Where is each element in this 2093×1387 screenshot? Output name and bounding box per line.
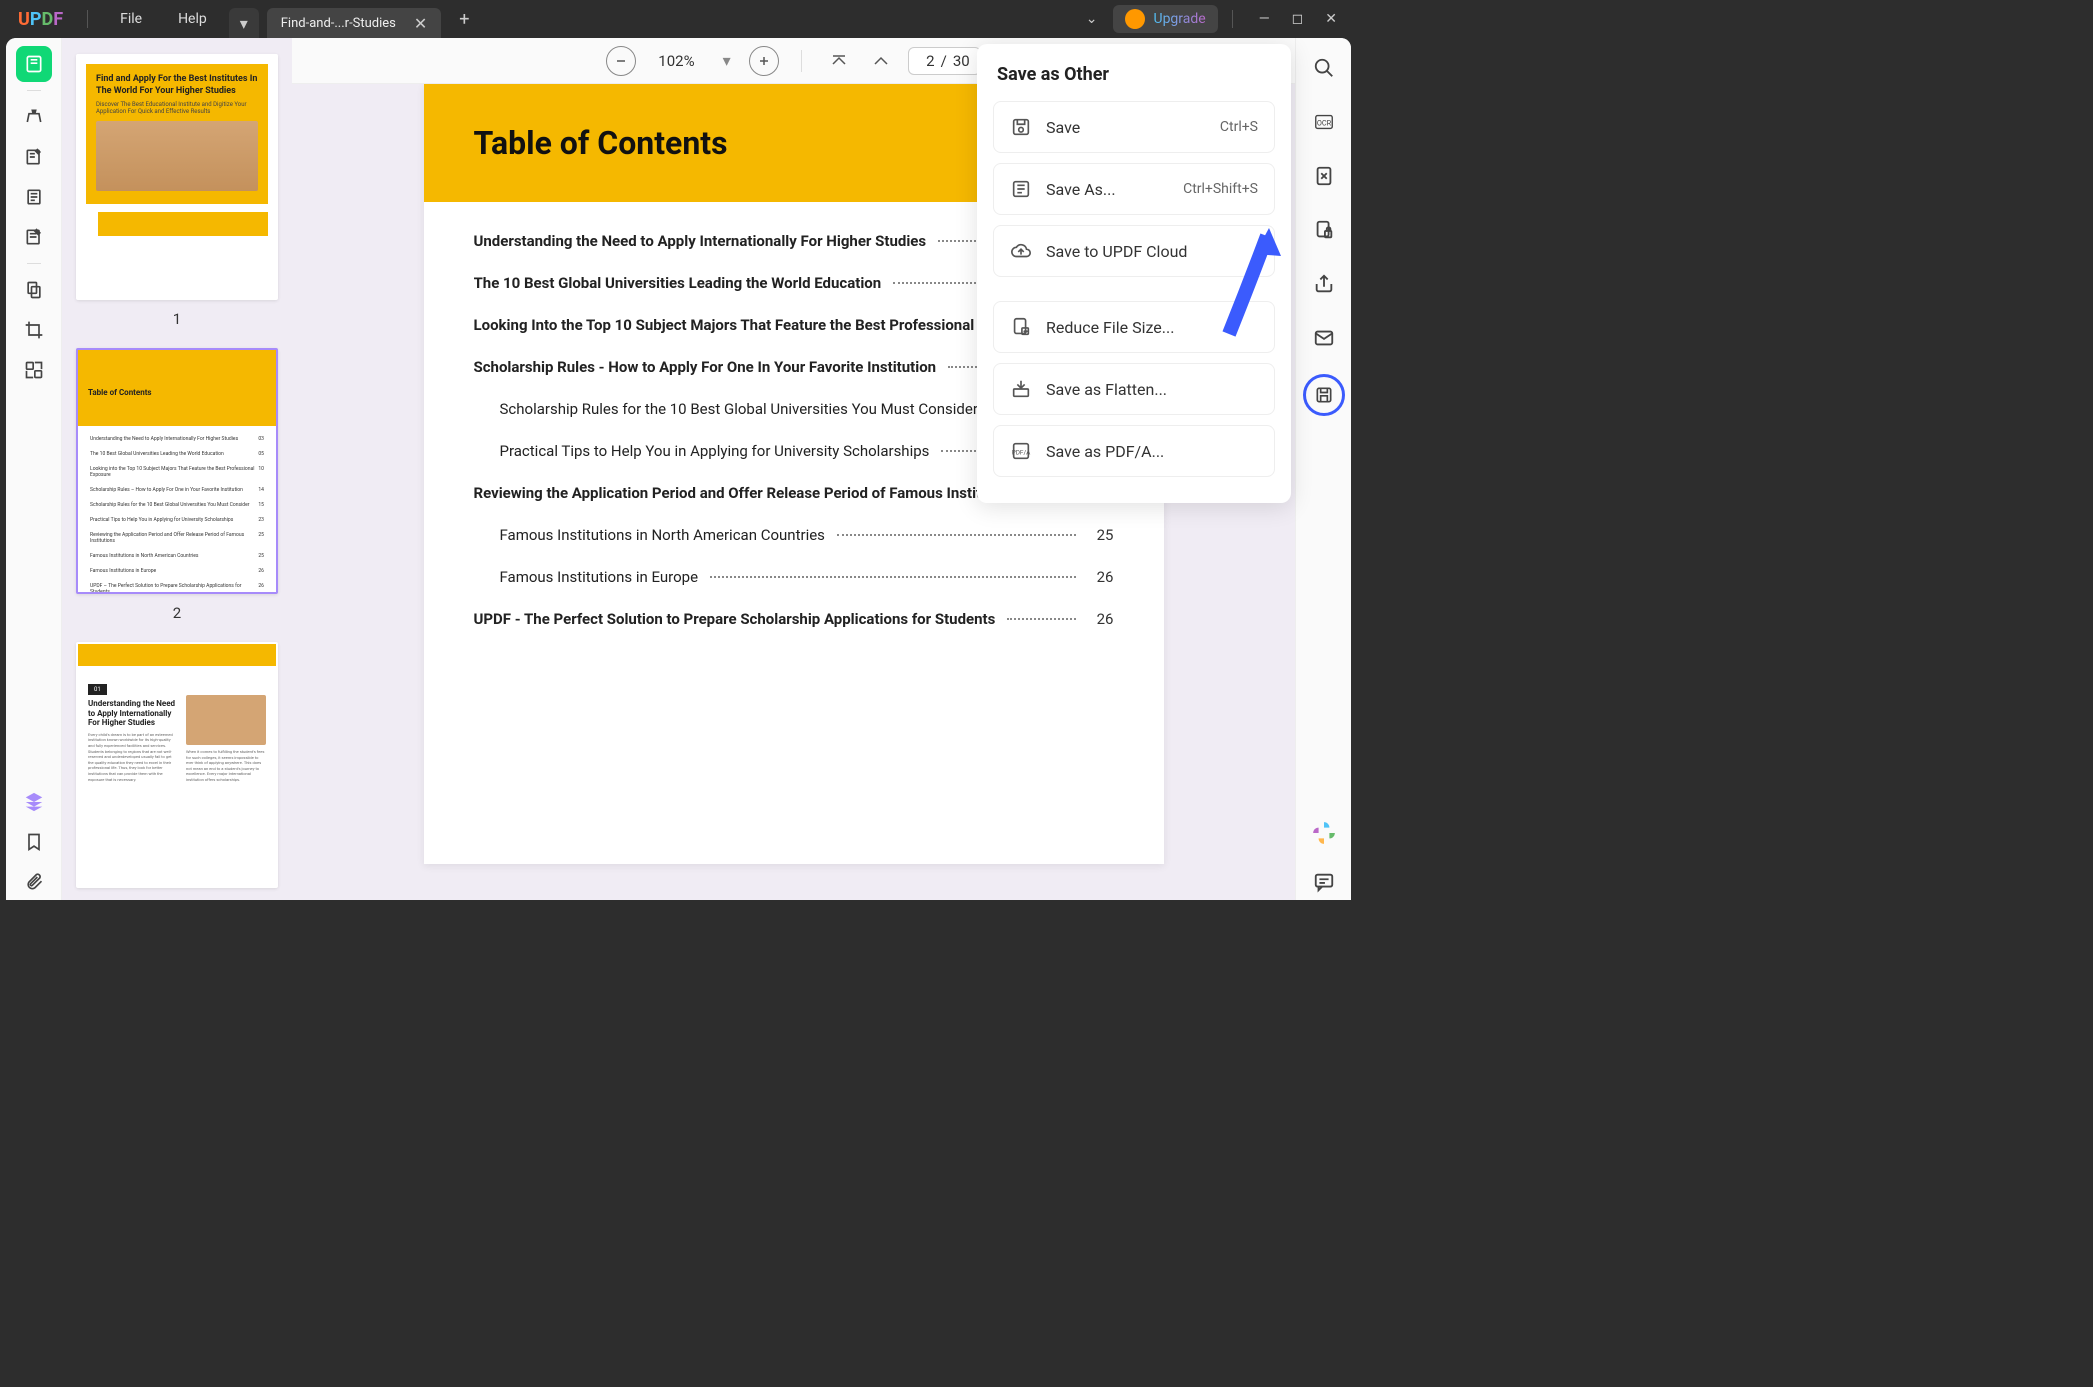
window-maximize-icon[interactable]: ◻ (1292, 11, 1304, 27)
ocr-button[interactable]: OCR (1306, 104, 1342, 140)
tab-title: Find-and-...r-Studies (281, 16, 396, 31)
cloud-icon (1010, 240, 1032, 262)
left-sidebar (6, 38, 62, 900)
attachments-button[interactable] (16, 864, 52, 900)
organize-pages-button[interactable] (16, 179, 52, 215)
panel-item-cloud[interactable]: Save to UPDF Cloud (993, 225, 1275, 277)
reader-mode-button[interactable] (16, 46, 52, 82)
zoom-level: 102% (648, 52, 704, 70)
tab-home[interactable]: ▾ (229, 8, 259, 38)
right-sidebar: OCR (1295, 38, 1351, 900)
thumbnail-page-2[interactable]: Table of Contents Understanding the Need… (76, 348, 278, 622)
panel-item-save[interactable]: SaveCtrl+S (993, 101, 1275, 153)
thumbnail-page-3[interactable]: 01 Understanding the Need to Apply Inter… (76, 642, 278, 888)
save-icon (1010, 116, 1032, 138)
toc-entry[interactable]: Famous Institutions in North American Co… (474, 526, 1114, 544)
tab-close-icon[interactable]: ✕ (414, 14, 427, 33)
tools-button[interactable] (16, 272, 52, 308)
toc-entry[interactable]: UPDF - The Perfect Solution to Prepare S… (474, 610, 1114, 628)
saveas-icon (1010, 178, 1032, 200)
fill-sign-button[interactable] (16, 219, 52, 255)
thumbnails-button[interactable] (16, 784, 52, 820)
tab-document[interactable]: Find-and-...r-Studies ✕ (267, 8, 442, 38)
user-avatar (1125, 9, 1145, 29)
window-close-icon[interactable]: ✕ (1325, 11, 1337, 27)
toc-entry[interactable]: Famous Institutions in Europe26 (474, 568, 1114, 586)
svg-text:OCR: OCR (1316, 119, 1331, 128)
upgrade-button[interactable]: Upgrade (1113, 5, 1217, 33)
thumbnail-page-1[interactable]: Find and Apply For the Best Institutes I… (76, 54, 278, 328)
save-as-other-button[interactable] (1303, 374, 1345, 416)
bookmarks-button[interactable] (16, 824, 52, 860)
tab-add-button[interactable]: + (445, 9, 483, 30)
app-logo: UPDF (8, 9, 73, 30)
svg-text:PDF/A: PDF/A (1012, 449, 1031, 457)
email-button[interactable] (1306, 320, 1342, 356)
flatten-icon (1010, 378, 1032, 400)
tabs-dropdown-icon[interactable]: ⌄ (1070, 11, 1114, 27)
reduce-icon (1010, 316, 1032, 338)
search-button[interactable] (1306, 50, 1342, 86)
panel-item-saveas[interactable]: Save As...Ctrl+Shift+S (993, 163, 1275, 215)
titlebar: UPDF File Help ▾ Find-and-...r-Studies ✕… (0, 0, 1357, 38)
panel-item-pdfa[interactable]: PDF/ASave as PDF/A... (993, 425, 1275, 477)
protect-button[interactable] (1306, 212, 1342, 248)
window-minimize-icon[interactable]: — (1259, 11, 1270, 27)
zoom-in-button[interactable] (749, 46, 779, 76)
save-as-other-panel: Save as Other SaveCtrl+S Save As...Ctrl+S… (977, 44, 1291, 503)
thumbnail-panel: Find and Apply For the Best Institutes I… (62, 38, 292, 900)
pdfa-icon: PDF/A (1010, 440, 1032, 462)
convert-button[interactable] (1306, 158, 1342, 194)
edit-pdf-button[interactable] (16, 139, 52, 175)
panel-item-flatten[interactable]: Save as Flatten... (993, 363, 1275, 415)
page-input[interactable]: 2 / 30 (908, 47, 981, 75)
panel-title: Save as Other (993, 64, 1275, 85)
panel-item-reduce[interactable]: Reduce File Size... (993, 301, 1275, 353)
zoom-dropdown-icon[interactable]: ▾ (717, 51, 737, 70)
redact-button[interactable] (16, 352, 52, 388)
menu-help[interactable]: Help (160, 11, 225, 27)
crop-button[interactable] (16, 312, 52, 348)
prev-page-button[interactable] (866, 46, 896, 76)
first-page-button[interactable] (824, 46, 854, 76)
menu-file[interactable]: File (102, 11, 160, 27)
comment-button[interactable] (16, 99, 52, 135)
share-button[interactable] (1306, 266, 1342, 302)
updf-ai-button[interactable] (1311, 820, 1337, 846)
zoom-out-button[interactable] (606, 46, 636, 76)
comment-panel-button[interactable] (1306, 864, 1342, 900)
